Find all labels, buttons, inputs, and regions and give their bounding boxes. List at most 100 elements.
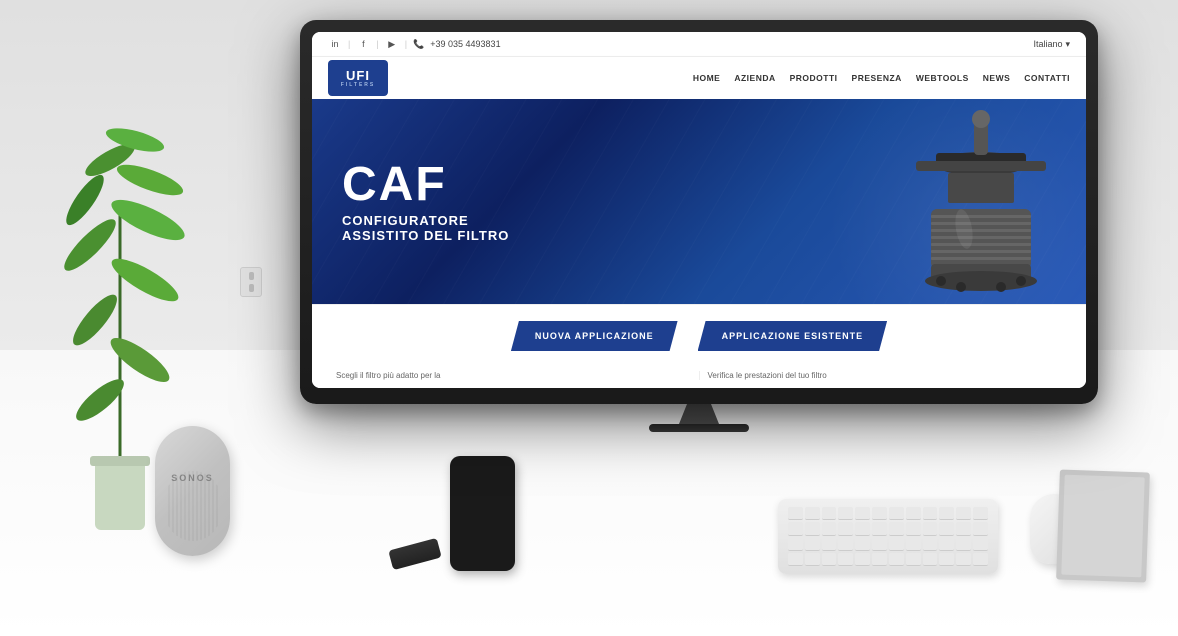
separator: | <box>405 39 407 49</box>
keyboard <box>778 499 998 574</box>
nav-news[interactable]: NEWS <box>983 73 1011 83</box>
key <box>788 553 803 566</box>
bottom-col-2: Verifica le prestazioni del tuo filtro <box>700 371 1071 380</box>
nav-azienda[interactable]: AZIENDA <box>734 73 775 83</box>
key <box>788 522 803 535</box>
site-navigation: HOME AZIENDA PRODOTTI PRESENZA WEBTOOLS … <box>408 73 1070 83</box>
linkedin-icon[interactable]: in <box>328 37 342 51</box>
monitor-frame: in | f | ▶ | 📞 +39 035 4493831 Italiano … <box>300 20 1098 404</box>
key <box>906 538 921 551</box>
key <box>939 507 954 520</box>
key <box>788 507 803 520</box>
filter-product-svg <box>886 109 1076 299</box>
topbar-phone: +39 035 4493831 <box>430 39 500 49</box>
key <box>872 538 887 551</box>
notebook <box>1056 469 1150 582</box>
facebook-icon[interactable]: f <box>356 37 370 51</box>
phone <box>450 456 515 571</box>
topbar-right: Italiano ▾ <box>1033 39 1070 50</box>
key <box>956 522 971 535</box>
key <box>855 522 870 535</box>
hero-section: CAF CONFIGURATORE ASSISTITO DEL FILTRO <box>312 99 1086 304</box>
key <box>838 553 853 566</box>
key <box>872 553 887 566</box>
bottom-col-1: Scegli il filtro più adatto per la <box>328 371 700 380</box>
nuova-applicazione-button[interactable]: NUOVA APPLICAZIONE <box>511 321 678 351</box>
key <box>805 538 820 551</box>
key <box>939 553 954 566</box>
site-header: UFI FILTERS HOME AZIENDA PRODOTTI PRESEN… <box>312 57 1086 99</box>
monitor-bezel: in | f | ▶ | 📞 +39 035 4493831 Italiano … <box>312 32 1086 388</box>
nav-presenza[interactable]: PRESENZA <box>852 73 902 83</box>
key <box>822 538 837 551</box>
key <box>956 553 971 566</box>
key <box>872 507 887 520</box>
nav-contatti[interactable]: CONTATTI <box>1024 73 1070 83</box>
sonos-grill <box>165 471 220 541</box>
ufi-logo-subtext: FILTERS <box>341 82 375 88</box>
website: in | f | ▶ | 📞 +39 035 4493831 Italiano … <box>312 32 1086 388</box>
key <box>973 507 988 520</box>
nav-home[interactable]: HOME <box>693 73 721 83</box>
key <box>822 553 837 566</box>
key <box>855 507 870 520</box>
key <box>973 522 988 535</box>
topbar-left: in | f | ▶ | 📞 +39 035 4493831 <box>328 37 501 51</box>
key <box>939 538 954 551</box>
separator: | <box>348 39 350 49</box>
key <box>973 538 988 551</box>
ufi-logo-text: UFI <box>346 69 370 82</box>
monitor-screen: in | f | ▶ | 📞 +39 035 4493831 Italiano … <box>312 32 1086 388</box>
key <box>889 538 904 551</box>
keyboard-keys <box>788 507 988 566</box>
key <box>855 538 870 551</box>
key <box>838 507 853 520</box>
key <box>855 553 870 566</box>
key <box>788 538 803 551</box>
site-bottom-text: Scegli il filtro più adatto per la Verif… <box>312 367 1086 388</box>
ufi-logo[interactable]: UFI FILTERS <box>328 60 388 96</box>
bottom-text-1: Scegli il filtro più adatto per la <box>336 371 441 380</box>
key <box>923 538 938 551</box>
key <box>889 507 904 520</box>
key <box>889 522 904 535</box>
monitor-base <box>649 424 749 432</box>
sonos-speaker: SONOS <box>155 426 230 556</box>
key <box>923 522 938 535</box>
phone-icon: 📞 <box>413 39 424 50</box>
key <box>805 507 820 520</box>
outlet-hole-1 <box>249 272 254 280</box>
key <box>906 522 921 535</box>
key <box>838 538 853 551</box>
key <box>822 522 837 535</box>
key <box>906 553 921 566</box>
key <box>939 522 954 535</box>
key <box>822 507 837 520</box>
key <box>889 553 904 566</box>
key <box>923 507 938 520</box>
site-buttons-section: NUOVA APPLICAZIONE APPLICAZIONE ESISTENT… <box>312 304 1086 367</box>
wall-outlet <box>240 267 262 297</box>
youtube-icon[interactable]: ▶ <box>385 37 399 51</box>
outlet-hole-2 <box>249 284 254 292</box>
key <box>872 522 887 535</box>
key <box>973 553 988 566</box>
key <box>805 522 820 535</box>
monitor-stand <box>679 404 719 424</box>
nav-webtools[interactable]: WEBTOOLS <box>916 73 969 83</box>
site-topbar: in | f | ▶ | 📞 +39 035 4493831 Italiano … <box>312 32 1086 57</box>
language-dropdown-icon[interactable]: ▾ <box>1065 39 1070 50</box>
bottom-text-2: Verifica le prestazioni del tuo filtro <box>708 371 827 380</box>
key <box>956 538 971 551</box>
separator: | <box>376 39 378 49</box>
key <box>923 553 938 566</box>
key <box>906 507 921 520</box>
hero-product-image <box>886 109 1076 299</box>
language-selector[interactable]: Italiano <box>1033 39 1062 49</box>
nav-prodotti[interactable]: PRODOTTI <box>790 73 838 83</box>
key <box>805 553 820 566</box>
key <box>838 522 853 535</box>
key <box>956 507 971 520</box>
applicazione-esistente-button[interactable]: APPLICAZIONE ESISTENTE <box>698 321 888 351</box>
monitor-wrapper: in | f | ▶ | 📞 +39 035 4493831 Italiano … <box>300 20 1098 432</box>
